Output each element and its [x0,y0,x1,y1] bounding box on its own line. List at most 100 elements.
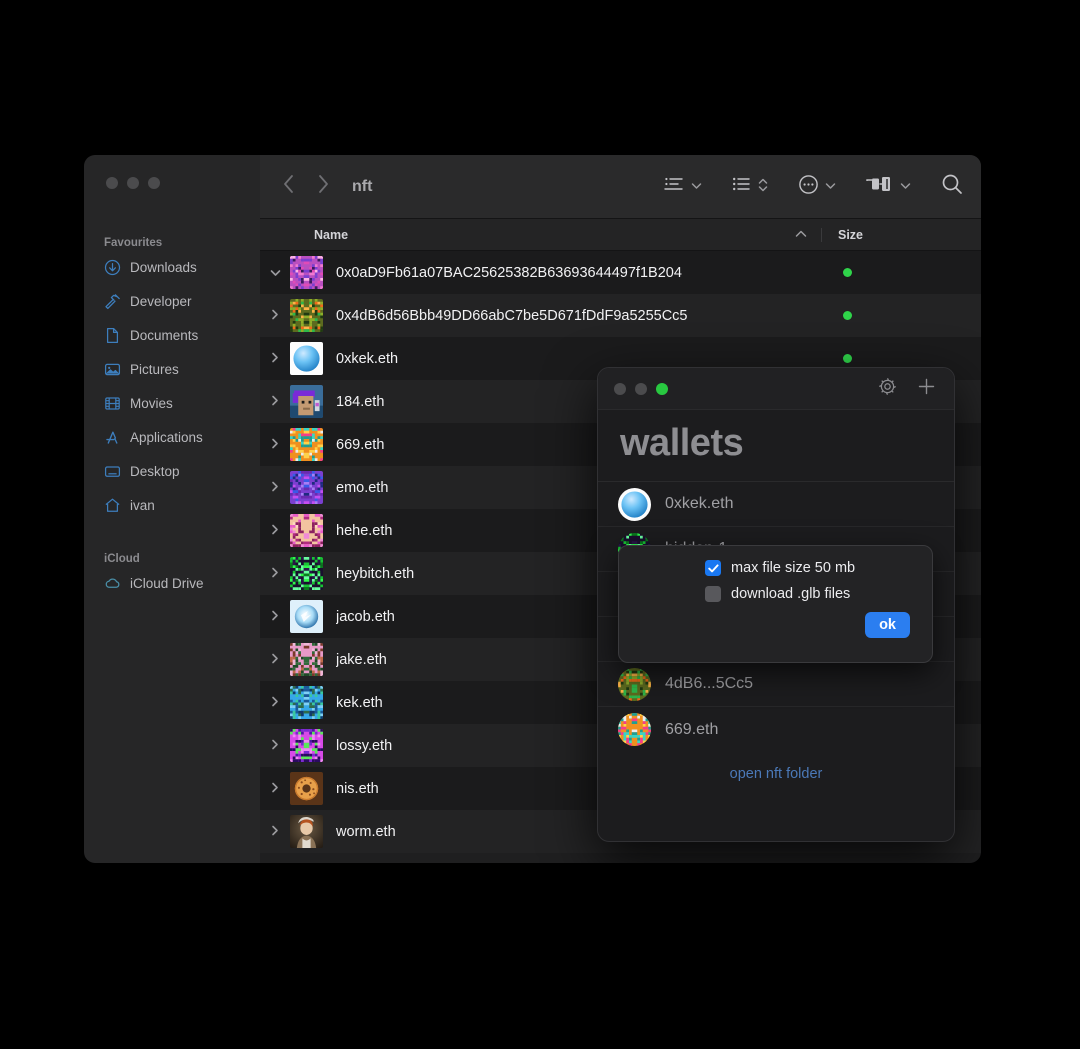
table-row[interactable]: 0x4dB6d56Bbb49DD66abC7be5D671fDdF9a5255C… [260,294,981,337]
cloud-icon [104,575,121,592]
disclosure-triangle-icon[interactable] [260,782,290,796]
sidebar-item-label: Pictures [130,362,179,377]
disclosure-triangle-icon[interactable] [260,739,290,753]
ok-button[interactable]: ok [865,612,910,638]
zoom-button[interactable] [656,382,668,395]
disclosure-triangle-icon[interactable] [260,266,290,280]
screen: Favourites Downloads Developer Documents Pi… [0,0,1080,1049]
page-title: nft [352,177,373,195]
disclosure-triangle-icon[interactable] [260,696,290,710]
search-button[interactable] [941,173,963,200]
disclosure-triangle-icon[interactable] [260,567,290,581]
file-name: 0xkek.eth [336,350,399,367]
sidebar-item-documents[interactable]: Documents [84,323,260,348]
sidebar-item-icloud-drive[interactable]: iCloud Drive [84,571,260,596]
nft-thumbnail [290,772,323,805]
list-view-icon [732,175,752,198]
disclosure-triangle-icon[interactable] [260,309,290,323]
gear-icon [878,377,897,401]
disclosure-triangle-icon[interactable] [260,481,290,495]
dialog-option[interactable]: download .glb files [637,586,914,602]
tags-button[interactable] [866,176,911,197]
sidebar-section-favourites-title: Favourites [104,237,163,249]
checkbox[interactable] [705,586,721,602]
file-name: 0x0aD9Fb61a07BAC25625382B63693644497f1B2… [336,264,682,281]
file-size-status [821,308,981,324]
status-badge [843,310,852,320]
file-size-status [821,351,981,367]
group-by-list-icon [664,175,685,198]
avatar [618,713,651,746]
disclosure-triangle-icon[interactable] [260,352,290,366]
option-label: download .glb files [731,586,851,602]
wallet-label: 669.eth [665,720,719,738]
nft-thumbnail [290,342,323,375]
finder-window-controls[interactable] [84,155,260,189]
dialog-option[interactable]: max file size 50 mb [637,560,914,576]
avatar [618,667,651,701]
sidebar-item-movies[interactable]: Movies [84,391,260,416]
disclosure-triangle-icon[interactable] [260,524,290,538]
tags-icon [866,176,894,197]
minimize-button[interactable] [635,382,647,395]
zoom-button[interactable] [148,177,160,189]
avatar [618,487,651,521]
finder-toolbar: nft [260,155,981,219]
disclosure-triangle-icon[interactable] [260,610,290,624]
nft-thumbnail [290,643,323,676]
wallets-title: wallets [598,410,954,482]
nft-thumbnail [290,471,323,504]
search-icon [941,173,963,200]
wallets-titlebar [598,368,954,410]
table-row[interactable]: 0x0aD9Fb61a07BAC25625382B63693644497f1B2… [260,251,981,294]
status-badge [843,353,852,363]
nft-thumbnail [290,600,323,633]
back-button[interactable] [282,173,296,200]
option-label: max file size 50 mb [731,560,856,576]
disclosure-triangle-icon[interactable] [260,653,290,667]
sidebar-item-label: Downloads [130,260,197,275]
disclosure-triangle-icon[interactable] [260,825,290,839]
nft-thumbnail [290,299,323,332]
nav-arrows [282,173,330,200]
sidebar-item-label: Developer [130,294,192,309]
wallets-window-controls[interactable] [614,382,668,395]
sidebar-section-icloud-title: iCloud [104,553,140,565]
plus-icon [917,377,936,401]
nft-thumbnail [290,815,323,848]
file-size-status [821,265,981,281]
sidebar-item-desktop[interactable]: Desktop [84,459,260,484]
list-item[interactable]: 4dB6...5Cc5 [598,662,954,707]
close-button[interactable] [106,177,118,189]
close-button[interactable] [614,382,626,395]
minimize-button[interactable] [127,177,139,189]
dialog-options: max file size 50 mb download .glb files [637,560,914,602]
list-item[interactable]: 669.eth [598,707,954,752]
download-icon [104,259,121,276]
wallet-label: 0xkek.eth [665,495,734,512]
finder-sidebar: Favourites Downloads Developer Documents Pi… [84,155,260,863]
view-options-button[interactable] [732,175,768,198]
disclosure-triangle-icon[interactable] [260,438,290,452]
group-by-button[interactable] [664,175,702,198]
nft-thumbnail [290,514,323,547]
column-header-name[interactable]: Name [260,228,821,242]
disclosure-triangle-icon[interactable] [260,395,290,409]
more-actions-button[interactable] [798,174,836,200]
sidebar-favourites-list: Downloads Developer Documents Pictures Movie… [84,255,260,518]
sidebar-item-downloads[interactable]: Downloads [84,255,260,280]
forward-button[interactable] [316,173,330,200]
nft-thumbnail [290,729,323,762]
sidebar-item-applications[interactable]: Applications [84,425,260,450]
sidebar-item-label: Applications [130,430,203,445]
sidebar-item-developer[interactable]: Developer [84,289,260,314]
list-item[interactable]: 0xkek.eth [598,482,954,527]
nft-thumbnail [290,428,323,461]
add-wallet-button[interactable] [917,377,936,401]
column-header-size[interactable]: Size [821,227,981,242]
settings-button[interactable] [878,377,897,401]
sidebar-item-pictures[interactable]: Pictures [84,357,260,382]
checkbox[interactable] [705,560,721,576]
open-nft-folder-link[interactable]: open nft folder [598,752,954,782]
sidebar-item-ivan[interactable]: ivan [84,493,260,518]
